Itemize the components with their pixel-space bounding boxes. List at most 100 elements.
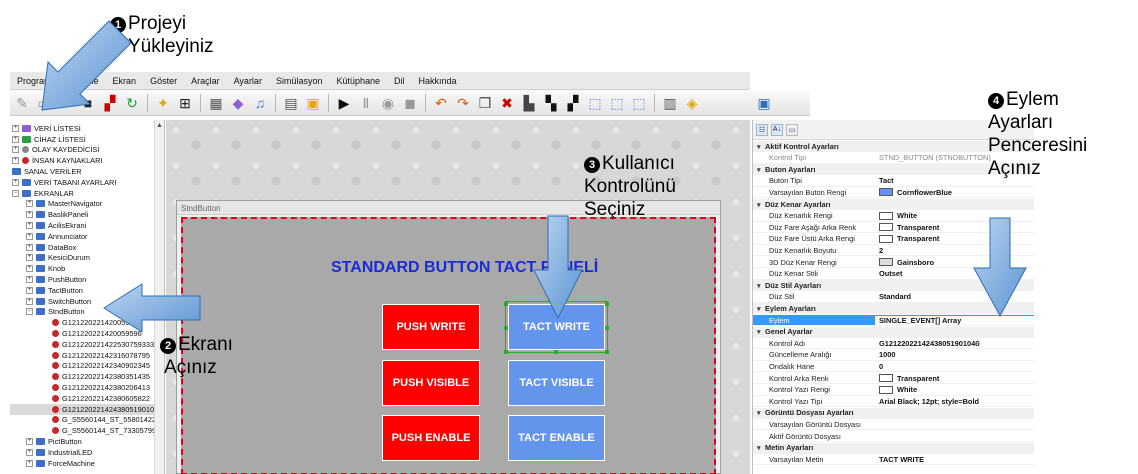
collapse-icon[interactable]: ▾	[757, 444, 765, 452]
collapse-icon[interactable]: ▾	[757, 166, 765, 174]
expand-toggle-icon[interactable]: +	[26, 459, 33, 467]
expand-toggle-icon[interactable]: +	[26, 448, 33, 456]
collapse-icon[interactable]: ▾	[757, 282, 765, 290]
property-category[interactable]: ▾ Düz Kenar Ayarları	[753, 199, 1034, 210]
folder-star-icon[interactable]: ✦	[153, 93, 173, 113]
tree-item-control[interactable]: G121220221420059596	[10, 317, 142, 328]
expand-toggle-icon[interactable]: +	[12, 135, 19, 143]
property-pages-icon[interactable]: ▭	[786, 123, 798, 136]
property-category[interactable]: ▾ Eylem Ayarları	[753, 303, 1034, 315]
tree-item-screen[interactable]: + Knob	[10, 263, 65, 274]
expand-toggle-icon[interactable]: +	[26, 200, 33, 208]
selection-handle[interactable]	[504, 326, 508, 330]
tree-item-screen[interactable]: + IndustrialLED	[10, 447, 92, 458]
property-value[interactable]: Transparent	[875, 234, 1034, 243]
collapse-icon[interactable]: ▾	[757, 143, 765, 151]
property-row[interactable]: Varsayılan Görüntü Dosyası	[753, 419, 1034, 431]
property-row[interactable]: Güncelleme Aralığı 1000	[753, 350, 1034, 361]
property-category[interactable]: ▾ Düz Stil Ayarları	[753, 280, 1034, 292]
expand-toggle-icon[interactable]: +	[26, 438, 33, 446]
property-value[interactable]: Standard	[875, 292, 1034, 301]
lock-icon[interactable]: ▣	[303, 93, 323, 113]
device-icon[interactable]: ▤	[281, 93, 301, 113]
expand-toggle-icon[interactable]: +	[26, 222, 33, 230]
property-value[interactable]: SINGLE_EVENT[] Array	[875, 315, 1034, 325]
play-icon[interactable]: ▶	[334, 93, 354, 113]
property-row[interactable]: Aktif Görüntü Dosyası	[753, 431, 1034, 442]
push-enable-button[interactable]: PUSH ENABLE	[382, 415, 480, 461]
tree-item-screen[interactable]: + Annunciator	[10, 231, 87, 242]
property-value[interactable]: White	[875, 211, 1034, 220]
undo-icon[interactable]: ↶	[431, 93, 451, 113]
tree-item-control[interactable]: G121220221422530759333	[10, 339, 154, 350]
add-screen-icon[interactable]: ⊞	[175, 93, 195, 113]
menu-screen[interactable]: Ekran	[106, 76, 144, 86]
selection-handle[interactable]	[605, 350, 609, 354]
scroll-up-icon[interactable]: ▲	[156, 122, 163, 129]
tree-item-control[interactable]: G12122022142380351435	[10, 371, 150, 382]
property-value[interactable]: CornflowerBlue	[875, 188, 1034, 197]
reset-icon[interactable]: ◉	[378, 93, 398, 113]
collapse-icon[interactable]: ▾	[757, 305, 765, 313]
open-icon[interactable]: ▭	[34, 93, 54, 113]
menu-about[interactable]: Hakkında	[412, 76, 464, 86]
tree-item-top[interactable]: + VERİ LİSTESİ	[10, 123, 81, 134]
property-value[interactable]: G1212202214243805190104б	[875, 339, 1034, 348]
menu-tools[interactable]: Araçlar	[184, 76, 227, 86]
monitor-icon[interactable]: ▣	[754, 93, 774, 113]
package-icon[interactable]: ◈	[682, 93, 702, 113]
refresh-icon[interactable]: ↻	[122, 93, 142, 113]
tree-item-screen[interactable]: + DataBox	[10, 242, 76, 253]
tree-item-control[interactable]: G121220221424380519010	[10, 403, 155, 415]
expand-toggle-icon[interactable]: +	[12, 157, 19, 165]
menu-library[interactable]: Kütüphane	[329, 76, 387, 86]
tree-item-screen[interactable]: + PushButton	[10, 274, 86, 285]
tree-item-screen[interactable]: + TactButton	[10, 285, 83, 296]
bring-front-icon[interactable]: ▚	[541, 93, 561, 113]
delete-icon[interactable]: ✖	[497, 93, 517, 113]
property-row[interactable]: Varsayılan Metin TACT WRITE	[753, 454, 1034, 466]
menu-language[interactable]: Dil	[387, 76, 412, 86]
property-row[interactable]: Kontrol Adı G1212202214243805190104б	[753, 338, 1034, 350]
tact-enable-button[interactable]: TACT ENABLE	[508, 415, 605, 461]
property-row[interactable]: Düz Stil Standard	[753, 292, 1034, 303]
collapse-icon[interactable]: ▾	[757, 201, 765, 209]
tree-item-screen[interactable]: + PictButton	[10, 436, 82, 447]
property-value[interactable]: Transparent	[875, 223, 1034, 232]
tact-visible-button[interactable]: TACT VISIBLE	[508, 360, 605, 406]
push-write-button[interactable]: PUSH WRITE	[382, 304, 480, 350]
property-row[interactable]: Düz Kenarlık Boyutu 2	[753, 245, 1034, 257]
menu-program[interactable]: Program	[10, 76, 59, 86]
group-icon[interactable]: ⬚	[585, 93, 605, 113]
table-icon[interactable]: ▦	[206, 93, 226, 113]
property-value[interactable]: 2	[875, 246, 1034, 255]
tree-item-top[interactable]: + İNSAN KAYNAKLARI	[10, 155, 103, 166]
expand-toggle-icon[interactable]: −	[26, 308, 33, 316]
tree-item-top[interactable]: SANAL VERİLER	[10, 166, 82, 177]
expand-toggle-icon[interactable]: +	[12, 124, 19, 132]
expand-toggle-icon[interactable]: +	[12, 178, 19, 186]
bell-icon[interactable]: ♫	[250, 93, 270, 113]
tree-item-top[interactable]: + CİHAZ LİSTESİ	[10, 134, 86, 145]
property-value[interactable]: TACT WRITE	[875, 455, 1034, 464]
property-value[interactable]: Gainsboro	[875, 258, 1034, 267]
property-row[interactable]: Varsayılan Buton Rengi CornflowerBlue	[753, 187, 1034, 199]
send-back-icon[interactable]: ▞	[563, 93, 583, 113]
menu-view[interactable]: Göster	[143, 76, 184, 86]
ungroup-icon[interactable]: ⬚	[607, 93, 627, 113]
tact-write-button[interactable]: TACT WRITE	[505, 301, 608, 353]
expand-toggle-icon[interactable]: +	[26, 243, 33, 251]
tree-item-screen[interactable]: + SwitchButton	[10, 296, 91, 307]
selection-handle[interactable]	[504, 302, 508, 306]
property-value[interactable]: Transparent	[875, 374, 1034, 383]
property-row[interactable]: Kontrol Yazı Tipi Arial Black; 12pt; styl…	[753, 396, 1034, 408]
menu-simulation[interactable]: Simülasyon	[269, 76, 330, 86]
property-category[interactable]: ▾ Genel Ayarlar	[753, 326, 1034, 338]
property-value[interactable]: Outset	[875, 269, 1034, 278]
save-as-icon[interactable]: ▞	[100, 93, 120, 113]
tree-item-top[interactable]: + VERİ TABANI AYARLARI	[10, 177, 116, 188]
tree-item-top[interactable]: − EKRANLAR	[10, 188, 74, 199]
tree-item-screen[interactable]: + AcilisEkrani	[10, 220, 86, 231]
expand-toggle-icon[interactable]: +	[26, 276, 33, 284]
expand-toggle-icon[interactable]: +	[26, 265, 33, 273]
